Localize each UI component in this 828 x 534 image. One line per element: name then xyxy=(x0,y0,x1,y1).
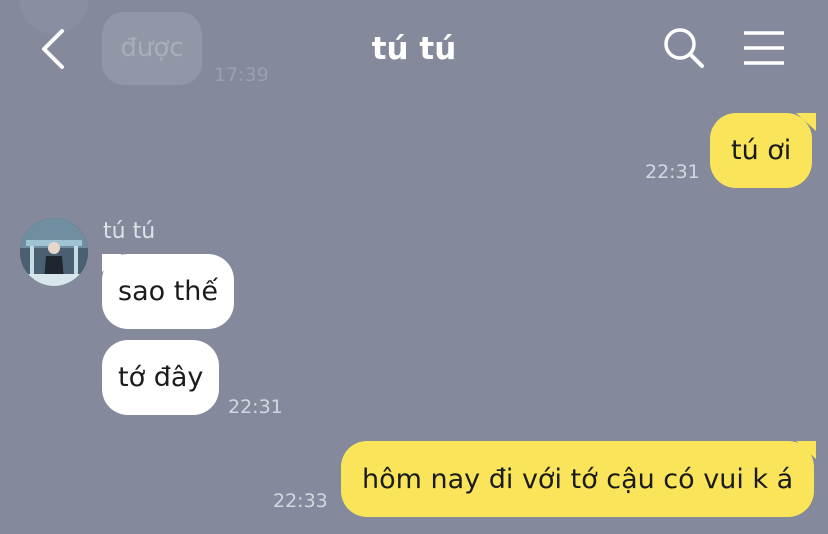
message-time: 22:31 xyxy=(645,161,700,183)
avatar[interactable] xyxy=(20,218,88,286)
search-icon[interactable] xyxy=(662,26,706,70)
my-message-bubble[interactable]: hôm nay đi với tớ cậu có vui k á xyxy=(341,441,815,517)
hamburger-menu-icon[interactable] xyxy=(742,30,786,66)
message-time: 22:31 xyxy=(228,396,283,418)
their-message-bubble[interactable]: tớ đây xyxy=(102,340,220,415)
my-message-bubble[interactable]: tú ơi xyxy=(710,113,813,188)
sender-name: tú tú xyxy=(103,219,156,244)
message-text: tú ơi xyxy=(731,135,792,166)
message-time: 22:33 xyxy=(273,490,328,512)
message-text: hôm nay đi với tớ cậu có vui k á xyxy=(362,463,794,495)
message-text: tớ đây xyxy=(118,362,204,393)
their-message-bubble[interactable]: sao thế xyxy=(102,254,235,329)
message-text: sao thế xyxy=(118,276,219,307)
